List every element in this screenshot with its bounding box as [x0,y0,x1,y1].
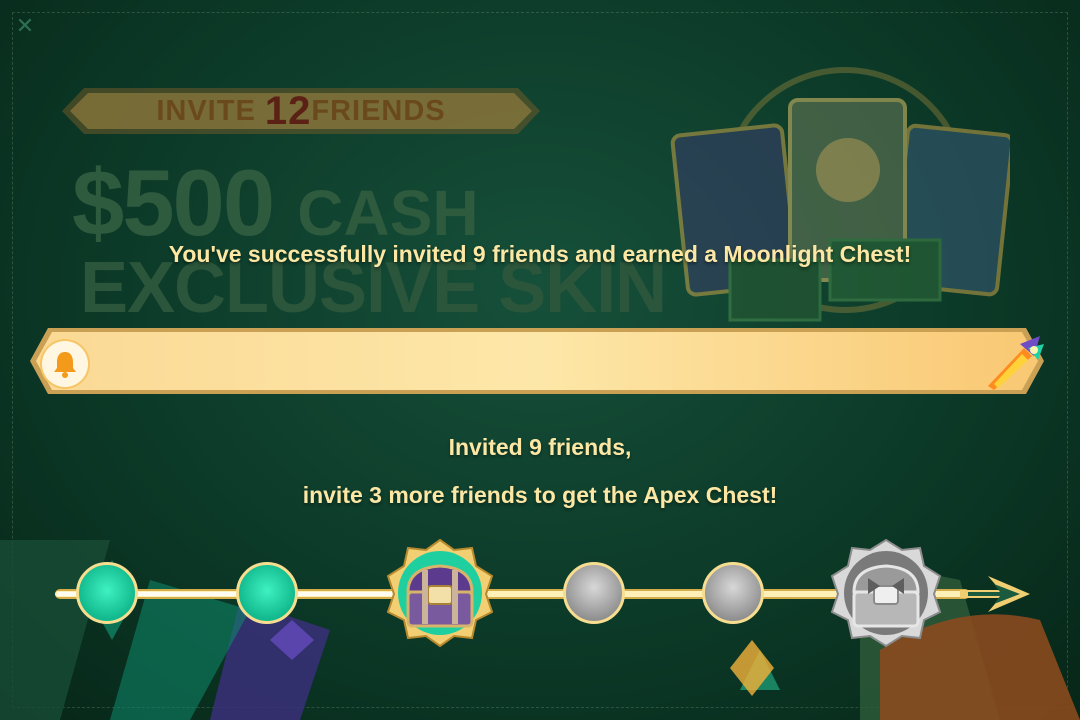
apex-chest[interactable] [828,538,944,648]
cash-amount: $500 [72,150,275,255]
cash-reward-text: $500 CASH [72,156,479,250]
bell-icon [54,352,76,378]
close-icon[interactable]: ✕ [12,14,38,40]
milestone-node-1 [76,562,138,624]
bell-button[interactable] [42,341,88,387]
invite-banner: INVITE 12 FRIENDS [62,88,540,134]
cash-label: CASH [297,177,479,249]
banner-prefix: INVITE [156,94,265,127]
arrow-icon [960,576,1030,612]
reward-cards-art [670,60,1015,350]
moonlight-chest[interactable] [384,538,496,648]
milestone-node-4 [563,562,625,624]
invite-progress-screen: ✕ INVITE 12 FRIENDS $500 CASH EXCLUSIVE S… [0,0,1080,720]
milestone-node-5 [702,562,764,624]
progress-goal: invite 3 more friends to get the Apex Ch… [302,482,778,508]
progress-status: Invited 9 friends, [448,434,632,460]
banner-text: INVITE 12 FRIENDS [62,88,540,134]
success-message: You've successfully invited 9 friends an… [168,241,912,267]
chest-icon [386,538,494,648]
banner-number: 12 [264,88,312,133]
rocket-icon [988,336,1044,390]
banner-suffix: FRIENDS [311,94,446,127]
milestone-node-2 [236,562,298,624]
notification-text [110,347,970,379]
chest-locked-icon [830,538,942,648]
